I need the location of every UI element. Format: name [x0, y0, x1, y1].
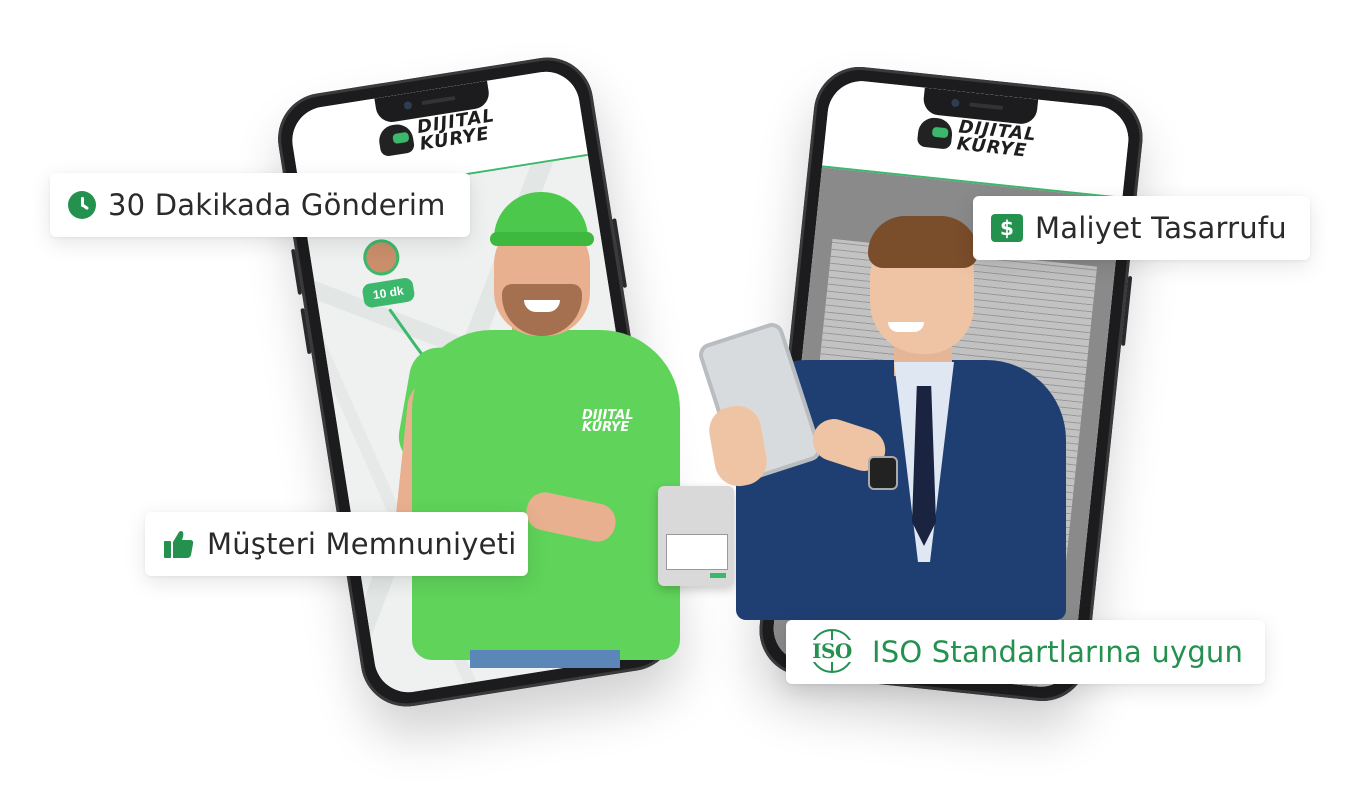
feature-badge-satisfaction: Müşteri Memnuniyeti	[145, 512, 528, 576]
badge-label: ISO Standartlarına uygun	[872, 635, 1244, 669]
businessman-person	[695, 210, 1068, 630]
shirt-logo: DIJITAL KURYE	[582, 408, 634, 436]
phone-volume-button	[290, 248, 303, 295]
wristwatch	[868, 456, 898, 490]
dollar-icon: $	[991, 214, 1023, 242]
feature-badge-delivery: 30 Dakikada Gönderim	[50, 173, 470, 237]
iso-globe-icon: ISO	[804, 629, 860, 675]
feature-badge-iso: ISO ISO Standartlarına uygun	[786, 620, 1265, 684]
feature-badge-savings: $ Maliyet Tasarrufu	[973, 196, 1310, 260]
badge-label: Maliyet Tasarrufu	[1035, 211, 1287, 245]
phone-power-button	[1120, 275, 1133, 346]
courier-person: DIJITAL KURYE	[389, 188, 686, 668]
thumbs-up-icon	[163, 529, 195, 559]
helmet-icon	[376, 122, 416, 158]
hero-scene: DIJITAL KURYE 10 dk DIJITAL KURYE DIJITA…	[0, 0, 1361, 786]
badge-label: 30 Dakikada Gönderim	[108, 188, 446, 222]
helmet-icon	[916, 116, 954, 150]
phone-volume-button	[300, 308, 312, 355]
badge-label: Müşteri Memnuniyeti	[207, 527, 517, 561]
clock-icon	[68, 191, 96, 219]
